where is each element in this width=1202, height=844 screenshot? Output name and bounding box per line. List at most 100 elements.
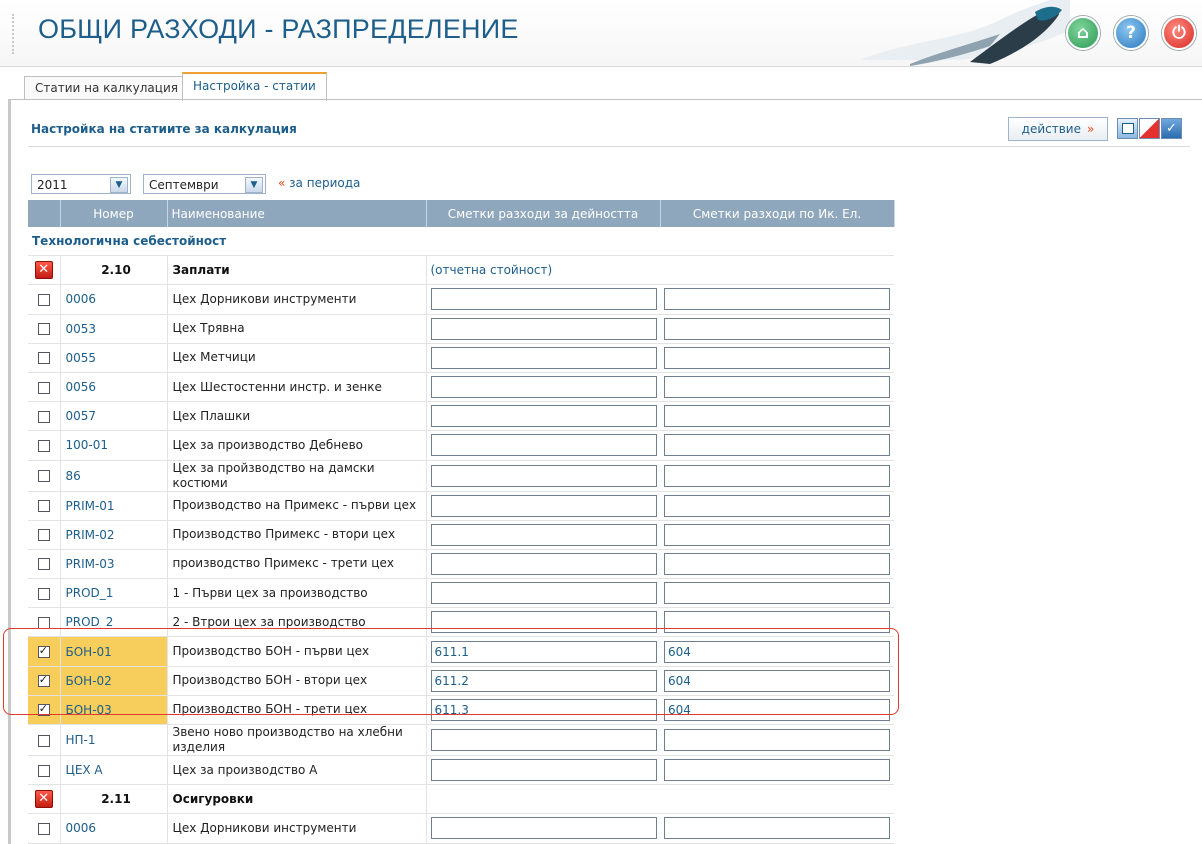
- activity-account-input[interactable]: [430, 523, 657, 546]
- activity-account-cell: [426, 491, 660, 521]
- row-checkbox[interactable]: [37, 352, 50, 365]
- category-reference[interactable]: (отчетна стойност): [426, 255, 894, 286]
- row-checkbox[interactable]: [37, 702, 50, 717]
- row-checkbox[interactable]: [37, 410, 50, 423]
- row-checkbox[interactable]: [37, 616, 50, 629]
- economic-account-input[interactable]: [664, 582, 890, 605]
- activity-account-input[interactable]: [430, 552, 657, 575]
- col-number[interactable]: Номер: [60, 200, 168, 227]
- economic-account-input[interactable]: 604: [664, 669, 890, 692]
- activity-account-input[interactable]: [430, 464, 657, 487]
- row-code[interactable]: 100-01: [60, 430, 168, 461]
- row-code[interactable]: 0006: [60, 813, 168, 844]
- activity-account-input[interactable]: [430, 346, 657, 369]
- print-icon[interactable]: [1117, 118, 1138, 139]
- row-code[interactable]: PRIM-03: [60, 549, 168, 580]
- row-code[interactable]: БОН-02: [60, 666, 168, 696]
- row-checkbox[interactable]: [37, 644, 50, 659]
- economic-account-input[interactable]: 604: [664, 640, 890, 663]
- activity-account-input[interactable]: [430, 729, 657, 751]
- row-checkbox[interactable]: [37, 381, 50, 394]
- row-checkbox[interactable]: [37, 558, 50, 571]
- row-code[interactable]: НП-1: [60, 724, 168, 756]
- row-code[interactable]: 0053: [60, 314, 168, 344]
- activity-account-input[interactable]: [430, 288, 657, 311]
- delete-icon[interactable]: ✕: [34, 790, 53, 809]
- activity-account-input[interactable]: 611.3: [430, 698, 657, 721]
- activity-account-input[interactable]: [430, 611, 657, 634]
- row-code[interactable]: 0006: [60, 284, 168, 315]
- economic-account-input[interactable]: [664, 405, 890, 428]
- activity-account-input[interactable]: [430, 405, 657, 428]
- activity-account-input[interactable]: [430, 317, 657, 340]
- row-code[interactable]: PRIM-02: [60, 520, 168, 550]
- tab-calculation-items[interactable]: Статии на калкулация: [24, 76, 189, 100]
- row-code[interactable]: 0056: [60, 372, 168, 403]
- row-checkbox-cell: [28, 460, 61, 492]
- row-code[interactable]: БОН-01: [60, 636, 168, 667]
- row-code[interactable]: PRIM-01: [60, 491, 168, 521]
- col-activity-accounts[interactable]: Сметки разходи за дейността: [426, 200, 661, 227]
- row-checkbox[interactable]: [37, 587, 50, 600]
- economic-account-input[interactable]: 604: [664, 698, 890, 721]
- economic-account-input[interactable]: [664, 759, 890, 782]
- economic-account-input[interactable]: [664, 317, 890, 340]
- category-row: ✕ 2.11 Осигуровки: [28, 784, 894, 815]
- row-code[interactable]: PROD_1: [60, 578, 168, 609]
- activity-account-input[interactable]: [430, 494, 657, 517]
- row-checkbox-cell: [28, 755, 61, 786]
- row-checkbox[interactable]: [37, 500, 50, 513]
- row-checkbox[interactable]: [37, 673, 50, 688]
- month-select[interactable]: Септември ▼: [143, 174, 266, 194]
- row-code[interactable]: 86: [60, 460, 168, 492]
- activity-account-cell: 611.2: [426, 666, 660, 696]
- col-economic-accounts[interactable]: Сметки разходи по Ик. Ел.: [660, 200, 895, 227]
- activity-account-input[interactable]: 611.1: [430, 640, 657, 663]
- confirm-icon[interactable]: ✓: [1161, 118, 1182, 139]
- cancel-icon[interactable]: [1139, 118, 1160, 139]
- row-checkbox[interactable]: [37, 764, 50, 777]
- tab-items-settings[interactable]: Настройка - статии: [182, 72, 327, 101]
- help-button[interactable]: ?: [1114, 16, 1148, 50]
- row-code[interactable]: БОН-03: [60, 695, 168, 726]
- row-checkbox-cell: [28, 724, 61, 756]
- row-code[interactable]: 0055: [60, 343, 168, 373]
- economic-account-input[interactable]: [664, 523, 890, 546]
- activity-account-input[interactable]: [430, 582, 657, 605]
- economic-account-input[interactable]: [664, 552, 890, 575]
- economic-account-input[interactable]: [664, 288, 890, 311]
- power-button[interactable]: ⏻: [1162, 16, 1196, 50]
- row-checkbox[interactable]: [37, 323, 50, 336]
- row-checkbox-cell: [28, 284, 61, 315]
- economic-account-input[interactable]: [664, 464, 890, 487]
- row-code[interactable]: ЦЕХ А: [60, 755, 168, 786]
- activity-account-input[interactable]: 611.2: [430, 669, 657, 692]
- col-name[interactable]: Наименование: [167, 200, 427, 227]
- home-button[interactable]: ⌂: [1066, 16, 1100, 50]
- economic-account-input[interactable]: [664, 729, 890, 751]
- row-checkbox[interactable]: [37, 439, 50, 452]
- action-button[interactable]: действие »: [1008, 117, 1108, 141]
- year-select[interactable]: 2011 ▼: [31, 174, 131, 194]
- activity-account-input[interactable]: [430, 759, 657, 782]
- economic-account-input[interactable]: [664, 817, 890, 840]
- table-row: 0057 Цех Плашки: [28, 401, 894, 432]
- row-checkbox[interactable]: [37, 470, 50, 482]
- economic-account-cell: [660, 607, 894, 638]
- row-code[interactable]: 0057: [60, 401, 168, 432]
- economic-account-input[interactable]: [664, 434, 890, 457]
- economic-account-input[interactable]: [664, 494, 890, 517]
- activity-account-input[interactable]: [430, 817, 657, 840]
- economic-account-input[interactable]: [664, 346, 890, 369]
- economic-account-input[interactable]: [664, 611, 890, 634]
- row-checkbox[interactable]: [37, 529, 50, 542]
- row-checkbox[interactable]: [37, 734, 50, 747]
- period-link[interactable]: « за периода: [278, 176, 360, 190]
- delete-icon[interactable]: ✕: [34, 261, 53, 280]
- row-code[interactable]: PROD_2: [60, 607, 168, 638]
- activity-account-input[interactable]: [430, 376, 657, 399]
- row-checkbox[interactable]: [37, 293, 50, 306]
- row-checkbox[interactable]: [37, 822, 50, 835]
- activity-account-input[interactable]: [430, 434, 657, 457]
- economic-account-input[interactable]: [664, 376, 890, 399]
